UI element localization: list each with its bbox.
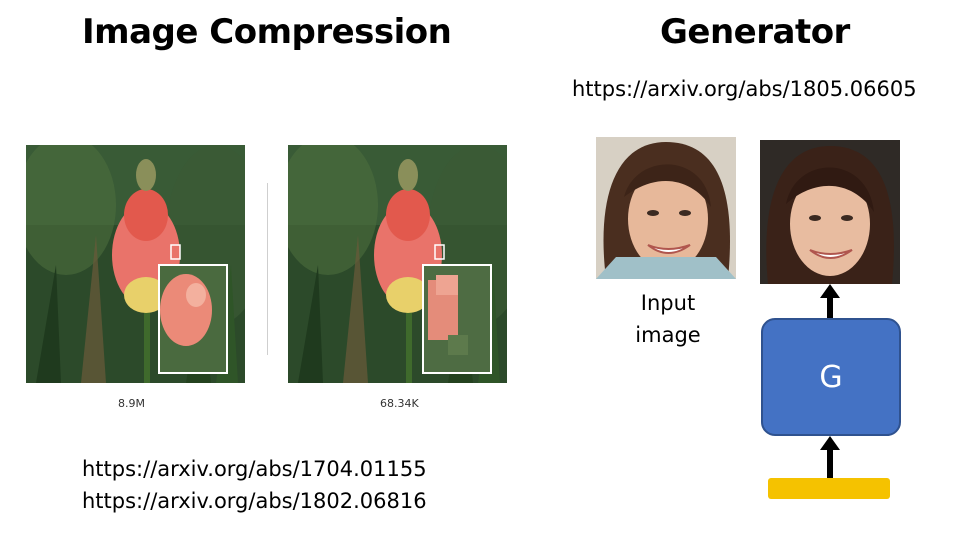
compressed-size-caption: 68.34K xyxy=(380,397,419,410)
arrow-up-icon xyxy=(820,436,840,478)
arrow-up-icon xyxy=(820,284,840,320)
input-label-line1: Input xyxy=(640,291,696,315)
image-compression-title: Image Compression xyxy=(82,12,452,52)
compressed-flower-photo xyxy=(288,145,507,383)
generated-face-image xyxy=(760,140,900,284)
original-flower-photo xyxy=(26,145,245,383)
arxiv-link-1[interactable]: https://arxiv.org/abs/1704.01155 xyxy=(82,457,427,481)
input-image-label: Input image xyxy=(616,287,720,351)
input-label-line2: image xyxy=(635,323,701,347)
arxiv-link-3[interactable]: https://arxiv.org/abs/1805.06605 xyxy=(572,77,917,101)
input-face-image xyxy=(596,137,736,279)
arxiv-link-2[interactable]: https://arxiv.org/abs/1802.06816 xyxy=(82,489,427,513)
original-size-caption: 8.9M xyxy=(118,397,145,410)
noise-input-bar xyxy=(768,478,890,499)
generator-box: G xyxy=(761,318,901,436)
divider xyxy=(267,183,268,355)
generator-label: G xyxy=(819,359,843,395)
generator-title: Generator xyxy=(660,12,850,52)
